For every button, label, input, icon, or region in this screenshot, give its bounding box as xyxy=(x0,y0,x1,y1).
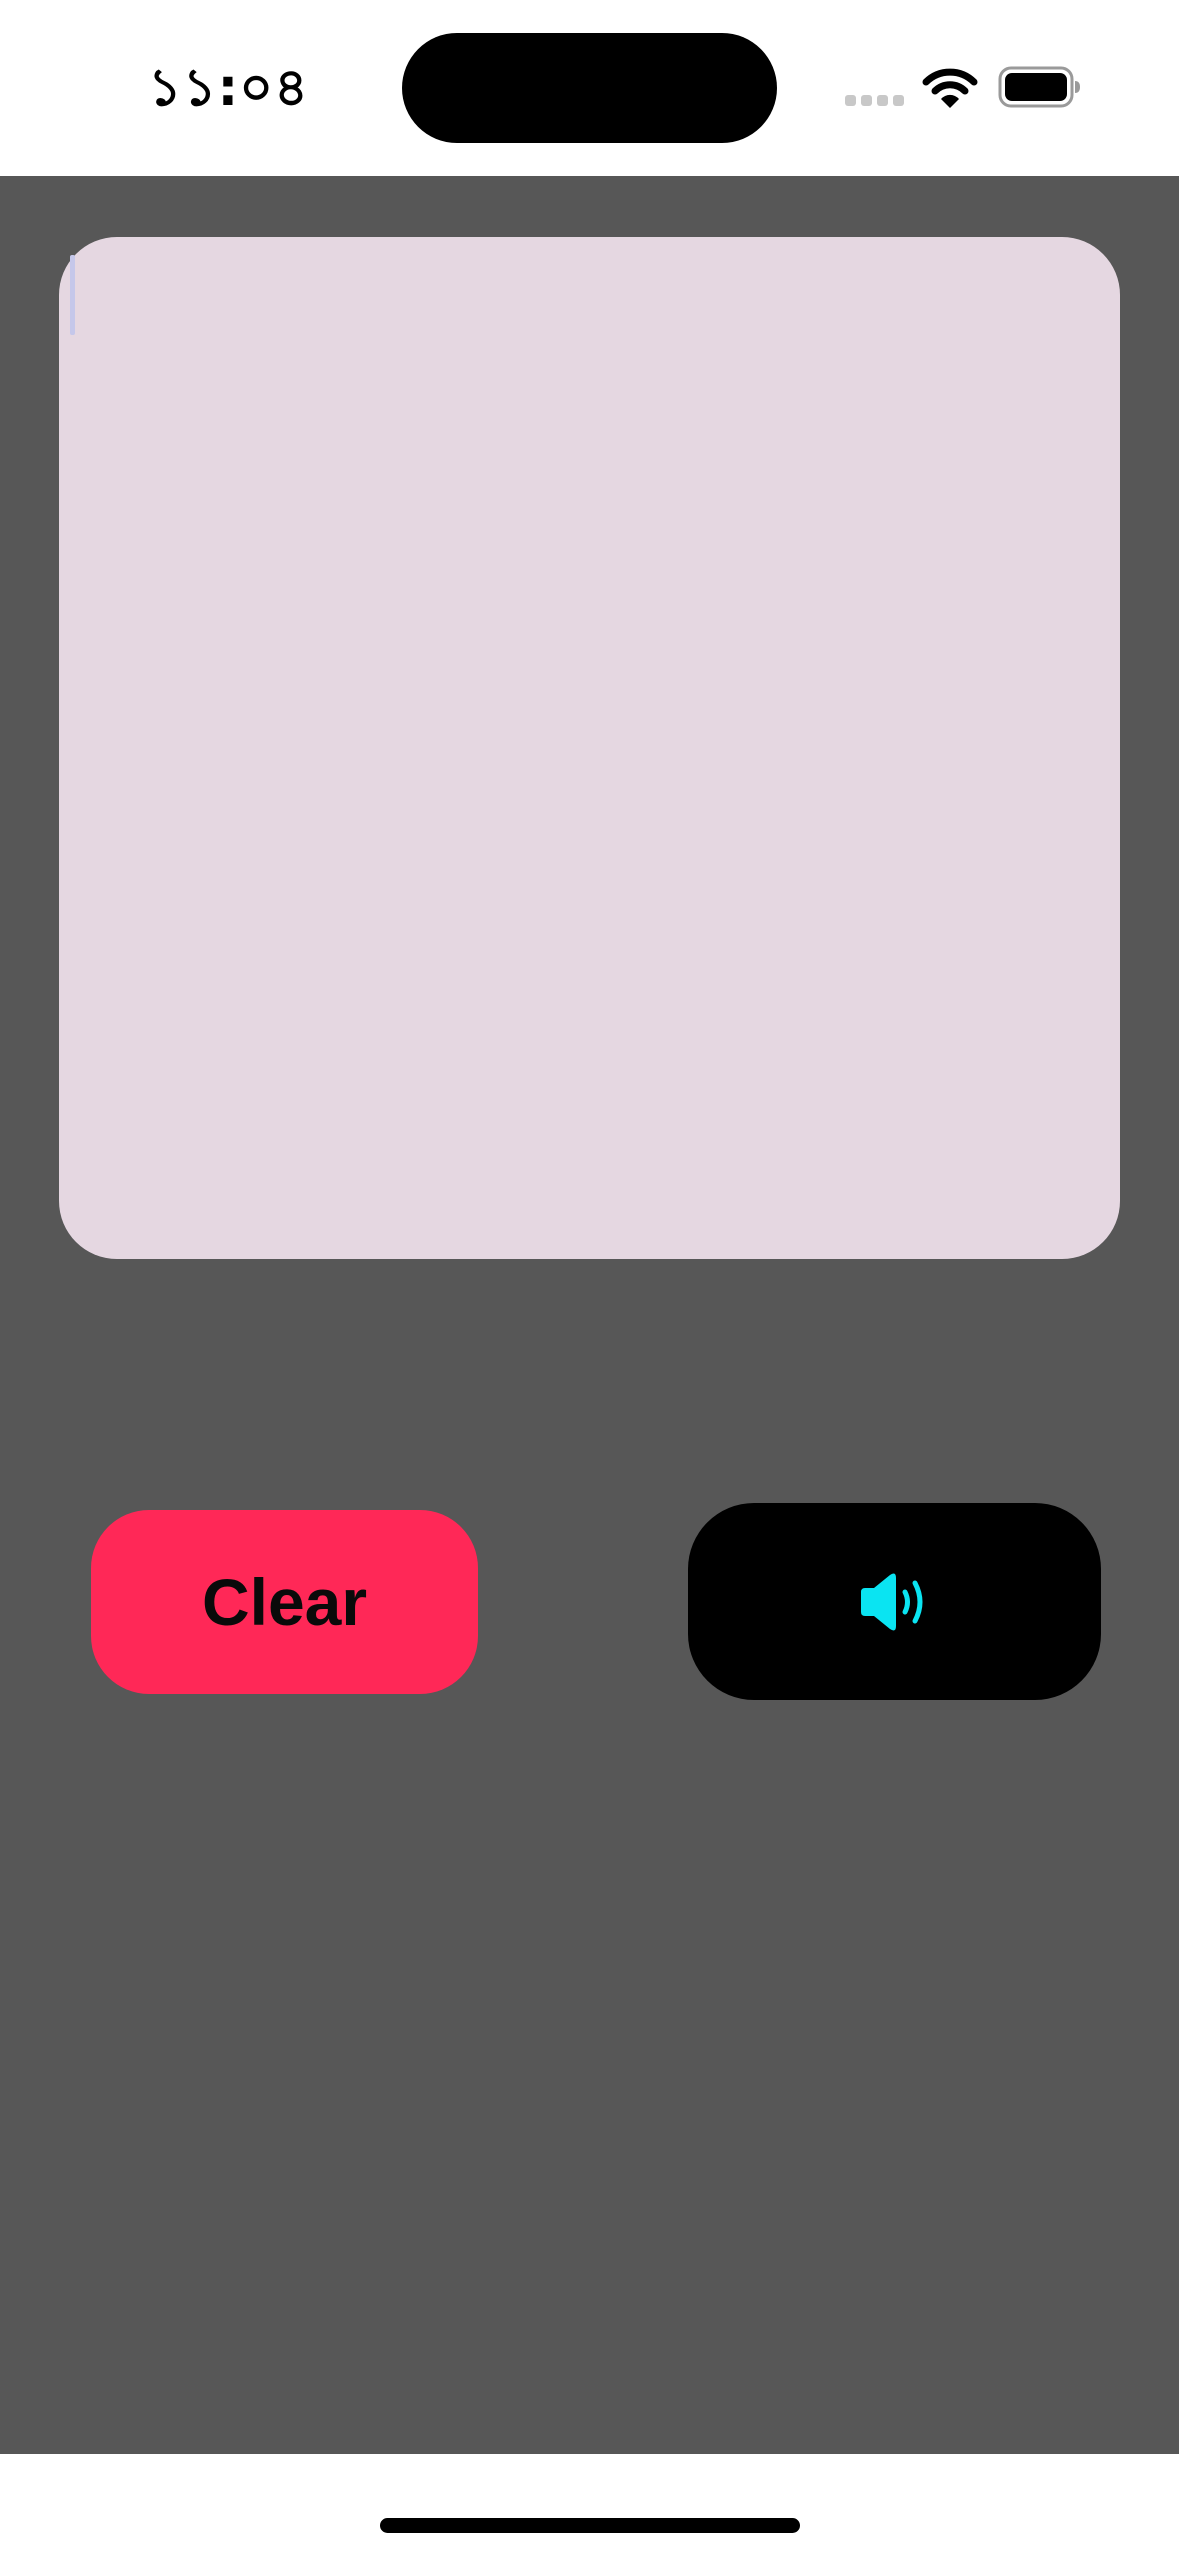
dynamic-island xyxy=(402,33,777,143)
text-cursor xyxy=(70,255,75,335)
home-indicator[interactable] xyxy=(380,2518,800,2533)
clear-button[interactable]: Clear xyxy=(91,1510,478,1694)
status-bar: ১১:০৪ xyxy=(0,0,1179,176)
home-area xyxy=(0,2454,1179,2556)
cellular-signal-icon xyxy=(845,95,905,107)
text-input-area[interactable] xyxy=(59,237,1120,1259)
status-time: ১১:০৪ xyxy=(148,58,309,118)
battery-icon xyxy=(998,66,1080,108)
main-content: Clear xyxy=(0,176,1179,2454)
speaker-icon xyxy=(860,1573,922,1630)
wifi-icon xyxy=(922,68,978,108)
speak-button[interactable] xyxy=(688,1503,1101,1700)
